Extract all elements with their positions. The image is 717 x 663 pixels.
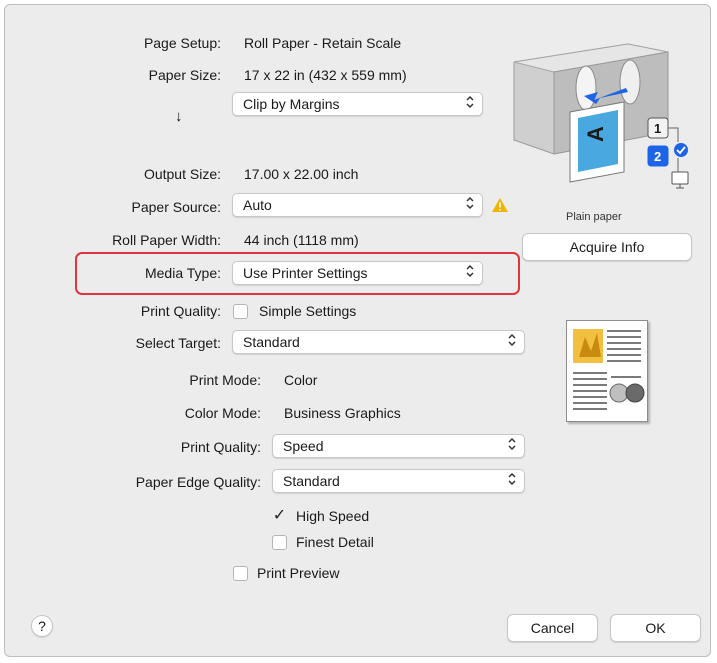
roll-paper-width-label: Roll Paper Width: [112,232,221,248]
printer-media-caption: Plain paper [566,211,622,223]
scaling-popup-value: Clip by Margins [243,96,340,112]
cancel-button[interactable]: Cancel [507,614,598,642]
popup-chevron-icon [466,196,474,215]
scaling-popup[interactable]: Clip by Margins [232,92,483,116]
high-speed-checkbox[interactable]: ✓ [272,508,287,524]
print-mode-value: Color [284,372,318,388]
media-type-label: Media Type: [144,265,221,281]
printer-illustration: A 1 2 [508,30,698,210]
print-mode-label: Print Mode: [189,372,261,388]
warning-icon [491,197,509,218]
paper-edge-quality-popup-value: Standard [283,473,340,489]
popup-chevron-icon [466,95,474,114]
print-quality-popup-value: Speed [283,438,324,454]
acquire-info-button[interactable]: Acquire Info [522,233,692,261]
output-size-label: Output Size: [143,166,221,182]
print-preview-label: Print Preview [257,565,340,581]
finest-detail-label: Finest Detail [296,534,374,550]
popup-chevron-icon [466,264,474,283]
page-setup-value: Roll Paper - Retain Scale [244,35,402,51]
media-type-popup[interactable]: Use Printer Settings [232,261,483,285]
print-preview-checkbox[interactable] [233,566,248,581]
paper-size-value: 17 x 22 in (432 x 559 mm) [244,67,407,83]
sheet-letter: A [583,126,608,142]
popup-chevron-icon [508,472,516,491]
ok-button[interactable]: OK [610,614,701,642]
paper-source-popup-value: Auto [243,197,272,213]
finest-detail-checkbox[interactable] [272,535,287,550]
popup-chevron-icon [508,333,516,352]
paper-edge-quality-popup[interactable]: Standard [272,469,525,493]
paper-size-label: Paper Size: [148,67,221,83]
paper-edge-quality-label: Paper Edge Quality: [135,474,261,490]
print-quality-label: Print Quality: [180,439,261,455]
select-target-label: Select Target: [135,335,221,351]
paper-source-label: Paper Source: [131,199,222,215]
color-mode-label: Color Mode: [184,405,261,421]
print-quality-simple-label: Print Quality: [140,303,221,319]
paper-source-popup[interactable]: Auto [232,193,483,217]
scaling-arrow-icon: ↓ [175,108,183,125]
simple-settings-checkbox[interactable] [233,304,248,319]
output-size-value: 17.00 x 22.00 inch [244,166,359,182]
color-mode-value: Business Graphics [284,405,401,421]
simple-settings-label: Simple Settings [259,303,357,319]
tray-2-number: 2 [654,149,661,164]
media-type-popup-value: Use Printer Settings [243,265,368,281]
page-setup-label: Page Setup: [143,35,221,51]
help-button[interactable]: ? [31,615,53,637]
print-quality-popup[interactable]: Speed [272,434,525,458]
high-speed-label: High Speed [296,508,370,524]
roll-paper-width-value: 44 inch (1118 mm) [244,232,359,248]
tray-1-number: 1 [654,121,661,136]
select-target-popup-value: Standard [243,334,300,350]
popup-chevron-icon [508,437,516,456]
select-target-popup[interactable]: Standard [232,330,525,354]
layout-preview-thumbnail [566,320,648,422]
